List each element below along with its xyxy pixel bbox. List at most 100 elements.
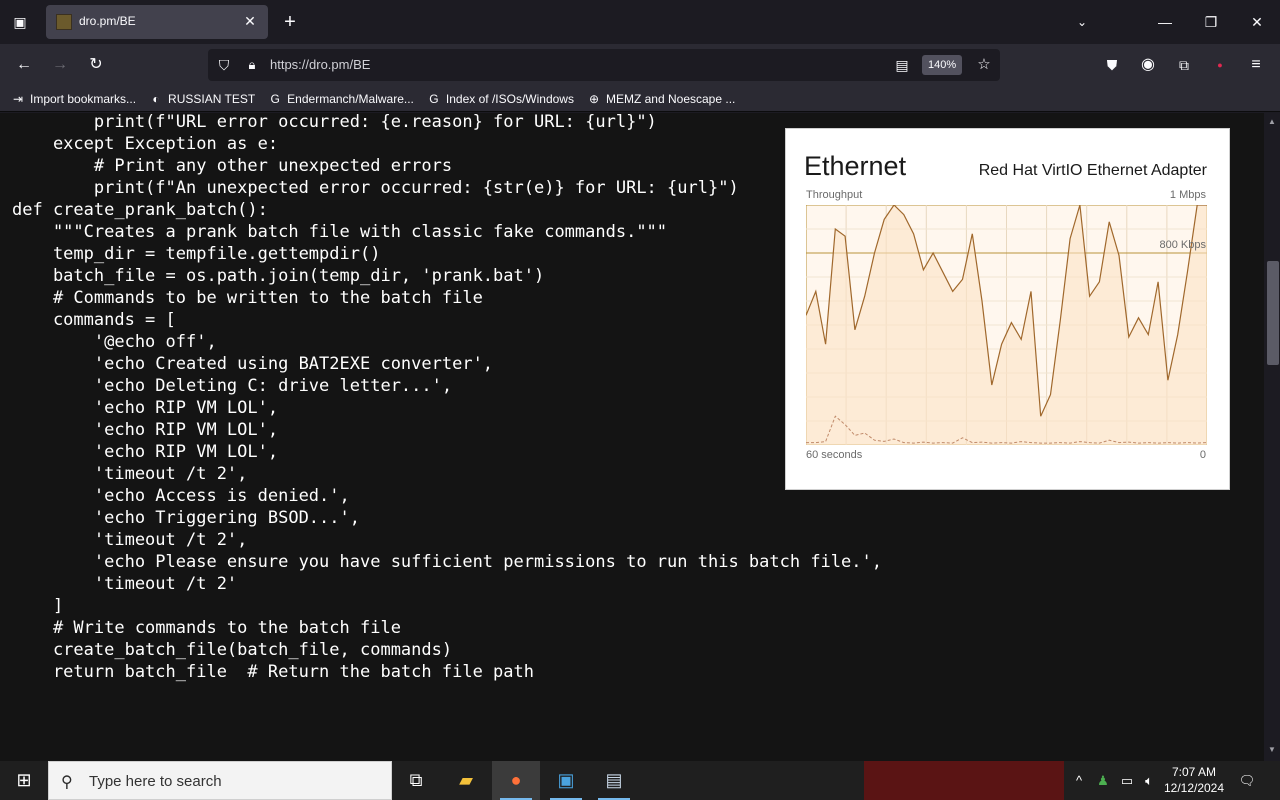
code-line: 'echo Please ensure you have sufficient … bbox=[12, 552, 882, 572]
taskbar-search-box[interactable]: ⚲ Type here to search bbox=[48, 761, 392, 800]
clock-date: 12/12/2024 bbox=[1163, 781, 1225, 795]
new-tab-icon[interactable]: + bbox=[278, 10, 302, 34]
system-clock[interactable]: 7:07 AM 12/12/2024 bbox=[1158, 764, 1230, 796]
forward-arrow-icon[interactable]: → bbox=[48, 53, 72, 77]
code-line: # Write commands to the batch file bbox=[12, 618, 401, 638]
scroll-up-icon[interactable]: ▲ bbox=[1264, 117, 1280, 129]
ethernet-title: Ethernet bbox=[804, 151, 907, 181]
code-line: 'echo RIP VM LOL', bbox=[12, 442, 279, 462]
chevron-up-icon[interactable]: ^ bbox=[1068, 761, 1090, 800]
file-explorer-icon[interactable]: ▰ bbox=[442, 761, 490, 800]
tab-active[interactable]: dro.pm/BE ✕ bbox=[46, 5, 268, 39]
bookmark-item[interactable]: ◐ RUSSIAN TEST bbox=[148, 91, 255, 107]
bookmarks-toolbar: ⇥ Import bookmarks... ◐ RUSSIAN TEST G E… bbox=[0, 86, 1280, 112]
taskbar: ⊞ ⚲ Type here to search ⧉ ▰ ● ▣ ▤ ^ ♟ ▭ … bbox=[0, 761, 1280, 800]
vertical-scrollbar[interactable]: ▲ ▼ bbox=[1264, 113, 1280, 761]
code-line: 'timeout /t 2', bbox=[12, 464, 248, 484]
windows-start-icon[interactable]: ⊞ bbox=[0, 761, 48, 800]
reader-view-icon[interactable]: ▤ bbox=[890, 53, 914, 77]
code-line: def create_prank_batch(): bbox=[12, 200, 268, 220]
url-text[interactable]: https://dro.pm/BE bbox=[270, 57, 370, 72]
bookmark-label: Import bookmarks... bbox=[30, 91, 137, 106]
volume-icon[interactable]: 🔈︎ bbox=[1138, 761, 1160, 800]
back-arrow-icon[interactable]: ← bbox=[12, 53, 36, 77]
desktop-wallpaper bbox=[864, 761, 1064, 800]
firefox-icon[interactable]: ● bbox=[492, 761, 540, 800]
code-line: # Commands to be written to the batch fi… bbox=[12, 288, 483, 308]
bookmark-item[interactable]: G Index of /ISOs/Windows bbox=[426, 91, 574, 107]
navigation-toolbar: ← → ↻ ⛉ 🔒︎ https://dro.pm/BE ▤ 140% ☆ ⛊ … bbox=[0, 44, 1280, 86]
code-line: 'echo Access is denied.', bbox=[12, 486, 350, 506]
code-line: 'timeout /t 2' bbox=[12, 574, 238, 594]
reload-icon[interactable]: ↻ bbox=[84, 53, 108, 77]
bookmark-item[interactable]: G Endermanch/Malware... bbox=[267, 91, 414, 107]
bookmark-label: MEMZ and Noescape ... bbox=[605, 91, 736, 106]
tracking-shield-icon[interactable]: ⛉ bbox=[212, 53, 236, 77]
code-line: # Print any other unexpected errors bbox=[12, 156, 453, 176]
task-manager-icon[interactable]: ▣ bbox=[542, 761, 590, 800]
github-icon: ◐ bbox=[152, 91, 160, 106]
scroll-down-icon[interactable]: ▼ bbox=[1264, 745, 1280, 757]
ethernet-performance-panel: Ethernet Red Hat VirtIO Ethernet Adapter… bbox=[785, 128, 1230, 490]
user-status-icon[interactable]: ♟ bbox=[1092, 761, 1114, 800]
time-span-label: 60 seconds bbox=[806, 449, 863, 461]
google-icon: G bbox=[270, 91, 280, 106]
close-window-icon[interactable]: ✕ bbox=[1234, 0, 1280, 44]
zero-label: 0 bbox=[1199, 449, 1206, 461]
window-controls: — ❐ ✕ bbox=[1142, 0, 1280, 44]
bookmark-star-icon[interactable]: ☆ bbox=[972, 53, 996, 77]
google-icon: G bbox=[429, 91, 439, 106]
network-icon[interactable]: ▭ bbox=[1116, 761, 1138, 800]
code-line: 'timeout /t 2', bbox=[12, 530, 248, 550]
code-line: ] bbox=[12, 596, 64, 616]
code-line: 'echo RIP VM LOL', bbox=[12, 420, 279, 440]
notification-icon[interactable]: 🗨︎ bbox=[1234, 761, 1260, 800]
code-line: commands = [ bbox=[12, 310, 176, 330]
extensions-icon[interactable]: ⧉ bbox=[1172, 53, 1196, 77]
search-icon: ⚲ bbox=[61, 774, 73, 791]
mid-scale-label: 800 Kbps bbox=[1159, 239, 1206, 251]
bookmark-label: Index of /ISOs/Windows bbox=[445, 91, 574, 106]
throughput-graph bbox=[806, 205, 1207, 445]
ublock-icon[interactable]: ● bbox=[1208, 53, 1232, 77]
restore-icon[interactable]: ❐ bbox=[1188, 0, 1234, 44]
hamburger-menu-icon[interactable]: ≡ bbox=[1244, 53, 1268, 77]
bookmark-item[interactable]: ⇥ Import bookmarks... bbox=[10, 91, 136, 107]
site-favicon-icon bbox=[56, 14, 72, 30]
search-placeholder: Type here to search bbox=[89, 773, 222, 790]
code-line: 'echo Created using BAT2EXE converter', bbox=[12, 354, 494, 374]
list-all-tabs-icon[interactable]: ▣ bbox=[8, 10, 32, 34]
code-line: 'echo Deleting C: drive letter...', bbox=[12, 376, 453, 396]
url-bar[interactable]: ⛉ 🔒︎ https://dro.pm/BE ▤ 140% ☆ bbox=[208, 49, 1000, 81]
code-line: create_batch_file(batch_file, commands) bbox=[12, 640, 453, 660]
import-icon: ⇥ bbox=[12, 91, 24, 106]
code-line: 'echo Triggering BSOD...', bbox=[12, 508, 360, 528]
bookmark-label: Endermanch/Malware... bbox=[287, 91, 414, 106]
close-tab-icon[interactable]: ✕ bbox=[240, 11, 260, 31]
tab-strip: ▣ dro.pm/BE ✕ + ⌄ — ❐ ✕ bbox=[0, 0, 1280, 44]
code-line: batch_file = os.path.join(temp_dir, 'pra… bbox=[12, 266, 545, 286]
bookmark-item[interactable]: ⊕ MEMZ and Noescape ... bbox=[586, 91, 735, 107]
tab-title: dro.pm/BE bbox=[79, 14, 136, 28]
adapter-name: Red Hat VirtIO Ethernet Adapter bbox=[978, 162, 1207, 179]
code-listing: print(f"URL error occurred: {e.reason} f… bbox=[12, 113, 882, 683]
lock-icon[interactable]: 🔒︎ bbox=[240, 53, 264, 77]
max-scale-label: 1 Mbps bbox=[1169, 189, 1206, 201]
clock-time: 7:07 AM bbox=[1171, 765, 1217, 779]
chevron-down-icon[interactable]: ⌄ bbox=[1070, 10, 1094, 34]
code-line: temp_dir = tempfile.gettempdir() bbox=[12, 244, 381, 264]
bookmark-label: RUSSIAN TEST bbox=[168, 91, 256, 106]
code-line: '@echo off', bbox=[12, 332, 217, 352]
throughput-label: Throughput bbox=[806, 189, 863, 201]
zoom-level[interactable]: 140% bbox=[922, 55, 963, 75]
task-view-icon[interactable]: ⧉ bbox=[392, 761, 440, 800]
control-panel-icon[interactable]: ▤ bbox=[590, 761, 638, 800]
code-line: 'echo RIP VM LOL', bbox=[12, 398, 279, 418]
pocket-icon[interactable]: ⛊ bbox=[1100, 53, 1124, 77]
code-line: print(f"An unexpected error occurred: {s… bbox=[12, 178, 739, 198]
code-line: """Creates a prank batch file with class… bbox=[12, 222, 668, 242]
account-icon[interactable]: ◉ bbox=[1136, 53, 1160, 77]
minimize-icon[interactable]: — bbox=[1142, 0, 1188, 44]
scroll-thumb[interactable] bbox=[1267, 261, 1279, 365]
code-line: return batch_file # Return the batch fil… bbox=[12, 662, 534, 682]
